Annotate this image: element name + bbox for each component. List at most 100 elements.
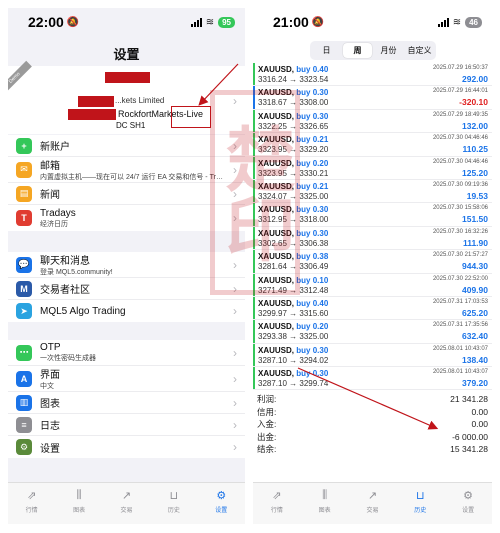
account-card[interactable]: Demo ...kets Limited RockfortMarkets-Liv… [8,60,245,134]
trade-prices: 3323.95 → 3330.21 [258,169,328,178]
settings-row-text: Tradays 经济日历 [40,208,76,229]
trade-row[interactable]: XAUUSD, buy 0.40 3299.97 → 3315.60 2025.07… [253,296,492,321]
trade-row[interactable]: XAUUSD, buy 0.21 3324.07 → 3325.00 2025.07… [253,179,492,204]
tab-label: 图表 [73,508,86,514]
settings-row[interactable]: A 界面 中文 › [8,366,245,392]
tab-settings[interactable]: ⚙ 设置 [450,488,486,524]
trade-row[interactable]: XAUUSD, buy 0.20 3323.95 → 3330.21 2025.07… [253,156,492,180]
tab-quotes[interactable]: ⇗ 行情 [259,488,295,524]
trade-profit: 409.90 [462,284,488,295]
summary-label: 结余: [257,444,277,455]
trade-row[interactable]: XAUUSD, buy 0.10 3271.49 → 3312.48 2025.07… [253,273,492,297]
tab-quotes[interactable]: ⇗ 行情 [14,488,50,524]
settings-row-title: Tradays [40,207,76,219]
wifi-icon: ≋ [452,16,462,28]
community-icon: M [16,280,32,297]
trade-row[interactable]: XAUUSD, buy 0.40 3316.24 → 3323.54 2025.07… [253,63,492,87]
chevron-right-icon: › [233,281,237,296]
summary-row: 入金: 0.00 [257,418,488,431]
settings-row-subtitle: 经济日历 [40,220,68,228]
tab-settings[interactable]: ⚙ 设置 [203,488,239,524]
arrow-right-icon: → [286,379,300,389]
trade-profit: 132.00 [462,120,488,131]
tab-chart[interactable]: ⫼ 图表 [61,488,97,524]
trade-open-price: 3302.65 [258,238,287,248]
settings-row[interactable]: M 交易者社区 › [8,278,245,300]
trade-profit: 944.30 [462,261,488,272]
trade-side: buy 0.30 [296,205,329,215]
tab-label: 历史 [167,508,180,514]
trade-row[interactable]: XAUUSD, buy 0.21 3323.95 → 3329.20 2025.07… [253,133,492,157]
settings-row[interactable]: ⚙ 设置 › [8,436,245,458]
trade-side-marker [253,179,255,203]
settings-row[interactable]: ▤ 新闻 › [8,183,245,205]
trade-symbol: XAUUSD, [258,322,295,332]
chevron-right-icon: › [233,211,237,225]
trade-side-marker [253,296,255,320]
status-time: 21:00 [273,14,309,30]
arrow-right-icon: → [286,168,300,178]
summary-label: 利润: [257,394,277,405]
period-option[interactable]: 自定义 [405,43,434,58]
trade-side-marker [253,367,255,390]
settings-row[interactable]: + 新账户 › [8,135,245,157]
trade-row[interactable]: XAUUSD, buy 0.30 3318.67 → 3308.00 2025.07… [253,86,492,110]
trade-side-marker [253,86,255,109]
trade-profit: 110.25 [462,144,488,155]
trade-prices: 3287.10 → 3299.74 [258,379,328,388]
arrow-right-icon: → [286,98,300,108]
settings-row[interactable]: ≡ 日志 › [8,414,245,436]
tab-label: 行情 [25,508,38,514]
arrow-right-icon: → [286,262,300,272]
trade-time: 2025.07.29 16:50:37 [432,65,488,71]
settings-row[interactable]: ▥ 图表 › [8,392,245,414]
trade-row[interactable]: XAUUSD, buy 0.30 3322.25 → 3326.65 2025.07… [253,109,492,134]
chevron-right-icon: › [233,345,237,360]
trade-row[interactable]: XAUUSD, buy 0.30 3302.65 → 3306.38 2025.07… [253,226,492,251]
tab-trade[interactable]: ↗ 交易 [354,488,390,524]
trade-row[interactable]: XAUUSD, buy 0.30 3312.95 → 3318.00 2025.07… [253,203,492,227]
mail-icon: ✉ [16,161,32,178]
trade-row[interactable]: XAUUSD, buy 0.38 3281.64 → 3306.49 2025.07… [253,250,492,274]
history-icon: ⊔ [415,489,425,502]
tab-history[interactable]: ⊔ 历史 [156,488,192,524]
trade-close-price: 3294.02 [299,355,329,365]
status-time: 22:00 [28,14,64,30]
period-option[interactable]: 日 [312,43,341,58]
chart-icon: ▥ [16,394,32,411]
settings-row[interactable]: ✉ 邮箱 内置虚拟主机——现在可以 24/7 运行 EA 交易和信号 - Tradi… [8,157,245,183]
app-settings-group: ⋯ OTP 一次性密码生成器 › A 界面 中文 › ▥ 图表 › ≡ 日志 › ⚙ 设置 › [8,340,245,458]
settings-row[interactable]: ⋯ OTP 一次性密码生成器 › [8,340,245,366]
trade-prices: 3322.25 → 3326.65 [258,122,328,131]
trade-side: buy 0.30 [296,228,329,238]
summary-value: 0.00 [471,419,488,430]
period-option[interactable]: 月份 [374,43,403,58]
trade-symbol-line: XAUUSD, buy 0.10 [258,276,328,285]
tradays-icon: T [16,210,32,226]
mute-bell-icon: 🔕 [311,16,325,28]
trade-symbol: XAUUSD, [258,275,295,285]
trade-side-marker [253,156,255,179]
tab-trade[interactable]: ↗ 交易 [108,488,144,524]
trade-time: 2025.07.30 22:52:00 [432,275,488,282]
trade-symbol-line: XAUUSD, buy 0.20 [258,159,328,168]
trade-time: 2025.07.31 17:03:53 [432,298,488,305]
trade-symbol-line: XAUUSD, buy 0.20 [258,322,328,331]
battery-level: 95 [218,16,235,28]
period-option[interactable]: 周 [343,43,372,58]
trade-icon: ↗ [367,489,378,502]
trade-row[interactable]: XAUUSD, buy 0.30 3287.10 → 3299.74 2025.08… [253,367,492,391]
trade-open-price: 3324.07 [258,191,287,201]
trade-row[interactable]: XAUUSD, buy 0.20 3293.38 → 3325.00 2025.07… [253,320,492,344]
trade-symbol: XAUUSD, [258,205,295,215]
settings-row[interactable]: 💬 聊天和消息 登录 MQL5.community! › [8,252,245,278]
settings-row-text: 新闻 [40,186,60,201]
language-icon: A [16,370,32,387]
tab-history[interactable]: ⊔ 历史 [402,488,438,524]
settings-row[interactable]: ➤ MQL5 Algo Trading › [8,300,245,322]
tab-chart[interactable]: ⫼ 图表 [307,488,343,524]
trade-symbol: XAUUSD, [258,135,295,145]
settings-row[interactable]: T Tradays 经济日历 › [8,205,245,231]
settings-row-text: OTP 一次性密码生成器 [40,342,96,363]
trade-row[interactable]: XAUUSD, buy 0.30 3287.10 → 3294.02 2025.08… [253,343,492,368]
